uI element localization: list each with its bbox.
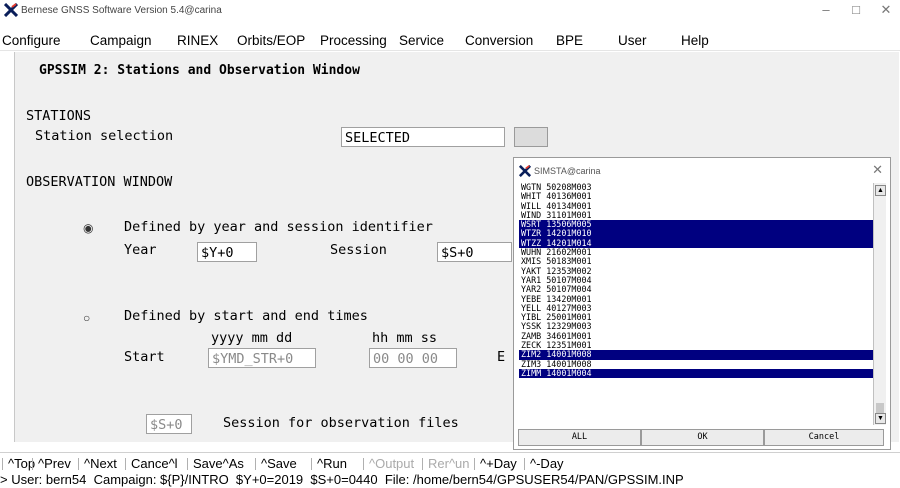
obsfile-session-input[interactable]: $S+0 xyxy=(146,414,192,434)
menu-user[interactable]: User xyxy=(618,33,647,48)
toolbar-button[interactable]: ^+Day xyxy=(480,456,517,471)
toolbar-button[interactable]: ^Run xyxy=(317,456,347,471)
start-label: Start xyxy=(124,349,165,365)
toolbar-separator xyxy=(2,458,3,470)
menu-rinex[interactable]: RINEX xyxy=(177,33,218,48)
session-input[interactable]: $S+0 xyxy=(437,242,512,262)
toolbar-button[interactable]: ^-Day xyxy=(530,456,564,471)
menu-bar: Configure Campaign RINEX Orbits/EOP Proc… xyxy=(0,30,900,51)
menu-conversion[interactable]: Conversion xyxy=(465,33,533,48)
station-select-button[interactable] xyxy=(514,127,548,147)
menu-help[interactable]: Help xyxy=(681,33,709,48)
session-label: Session xyxy=(330,242,387,258)
menu-orbits-eop[interactable]: Orbits/EOP xyxy=(237,33,305,48)
observation-window-label: OBSERVATION WINDOW xyxy=(26,174,173,190)
dialog-close-button[interactable]: ✕ xyxy=(872,162,883,178)
toolbar-button[interactable]: ^Output xyxy=(369,456,414,471)
toolbar-button[interactable]: ^Save xyxy=(261,456,297,471)
toolbar-separator xyxy=(187,458,188,470)
station-list-item[interactable]: ZIMM 14001M004 xyxy=(519,368,873,379)
title-bar: Bernese GNSS Software Version 5.4@carina… xyxy=(0,0,900,22)
option-start-end-label: Defined by start and end times xyxy=(124,308,368,324)
menu-processing[interactable]: Processing xyxy=(320,33,387,48)
menu-service[interactable]: Service xyxy=(399,33,444,48)
x-app-icon xyxy=(519,165,531,177)
scroll-down-arrow-icon[interactable]: ▼ xyxy=(875,413,886,424)
radio-year-session[interactable]: ◉ xyxy=(83,221,93,235)
start-date-input[interactable]: $YMD_STR+0 xyxy=(208,348,316,368)
year-input[interactable]: $Y+0 xyxy=(197,242,257,262)
toolbar-separator xyxy=(524,458,525,470)
toolbar-separator xyxy=(125,458,126,470)
option-year-session-label: Defined by year and session identifier xyxy=(124,219,433,235)
date-format-header: yyyy mm dd xyxy=(211,330,293,346)
dialog-title: SIMSTA@carina xyxy=(534,166,601,176)
station-list-dialog: SIMSTA@carina ✕ WGTN 50208M003 WHIT 40136… xyxy=(513,157,891,450)
minimize-button[interactable]: – xyxy=(816,2,836,17)
year-label: Year xyxy=(124,242,157,258)
station-selection-label: Station selection xyxy=(35,128,174,144)
stations-section-label: STATIONS xyxy=(26,108,92,124)
status-line: > User: bern54 Campaign: ${P}/INTRO $Y+0… xyxy=(0,472,900,488)
toolbar-separator xyxy=(422,458,423,470)
toolbar-button[interactable]: Cance^l xyxy=(131,456,178,471)
select-all-button[interactable]: ALL xyxy=(518,429,641,446)
toolbar-button[interactable]: Rer^un xyxy=(428,456,470,471)
panel-heading: GPSSIM 2: Stations and Observation Windo… xyxy=(39,63,360,78)
station-list-scrollbar[interactable]: ▲ ▼ xyxy=(873,183,886,425)
menu-bpe[interactable]: BPE xyxy=(556,33,583,48)
end-label-partial: E xyxy=(497,349,506,365)
toolbar-button[interactable]: ^Prev xyxy=(38,456,71,471)
window-title: Bernese GNSS Software Version 5.4@carina xyxy=(21,5,222,16)
toolbar-button[interactable]: ^Top xyxy=(8,456,35,471)
menu-campaign[interactable]: Campaign xyxy=(90,33,152,48)
toolbar-button[interactable]: ^Next xyxy=(84,456,117,471)
close-button[interactable]: ✕ xyxy=(876,2,896,18)
cancel-button[interactable]: Cancel xyxy=(764,429,884,446)
ok-button[interactable]: OK xyxy=(641,429,764,446)
bottom-toolbar: ^Top ^Prev ^Next Cance^l Save^As ^Save ^Run ^Ou… xyxy=(0,452,900,473)
toolbar-separator xyxy=(255,458,256,470)
toolbar-separator xyxy=(32,458,33,470)
x-app-icon xyxy=(4,3,18,17)
menu-configure[interactable]: Configure xyxy=(2,33,61,48)
obsfile-session-label: Session for observation files xyxy=(223,415,459,431)
toolbar-separator xyxy=(78,458,79,470)
scroll-up-arrow-icon[interactable]: ▲ xyxy=(875,185,886,196)
station-selection-input[interactable]: SELECTED xyxy=(341,127,505,147)
toolbar-button[interactable]: Save^As xyxy=(193,456,244,471)
time-format-header: hh mm ss xyxy=(372,330,438,346)
toolbar-separator xyxy=(474,458,475,470)
maximize-button[interactable]: □ xyxy=(846,2,866,17)
start-time-input[interactable]: 00 00 00 xyxy=(369,348,457,368)
toolbar-separator xyxy=(311,458,312,470)
scroll-thumb[interactable] xyxy=(876,403,884,413)
toolbar-separator xyxy=(363,458,364,470)
radio-start-end[interactable]: ○ xyxy=(83,311,90,325)
station-list[interactable]: WGTN 50208M003 WHIT 40136M001 WILL 40134M0… xyxy=(519,183,873,425)
